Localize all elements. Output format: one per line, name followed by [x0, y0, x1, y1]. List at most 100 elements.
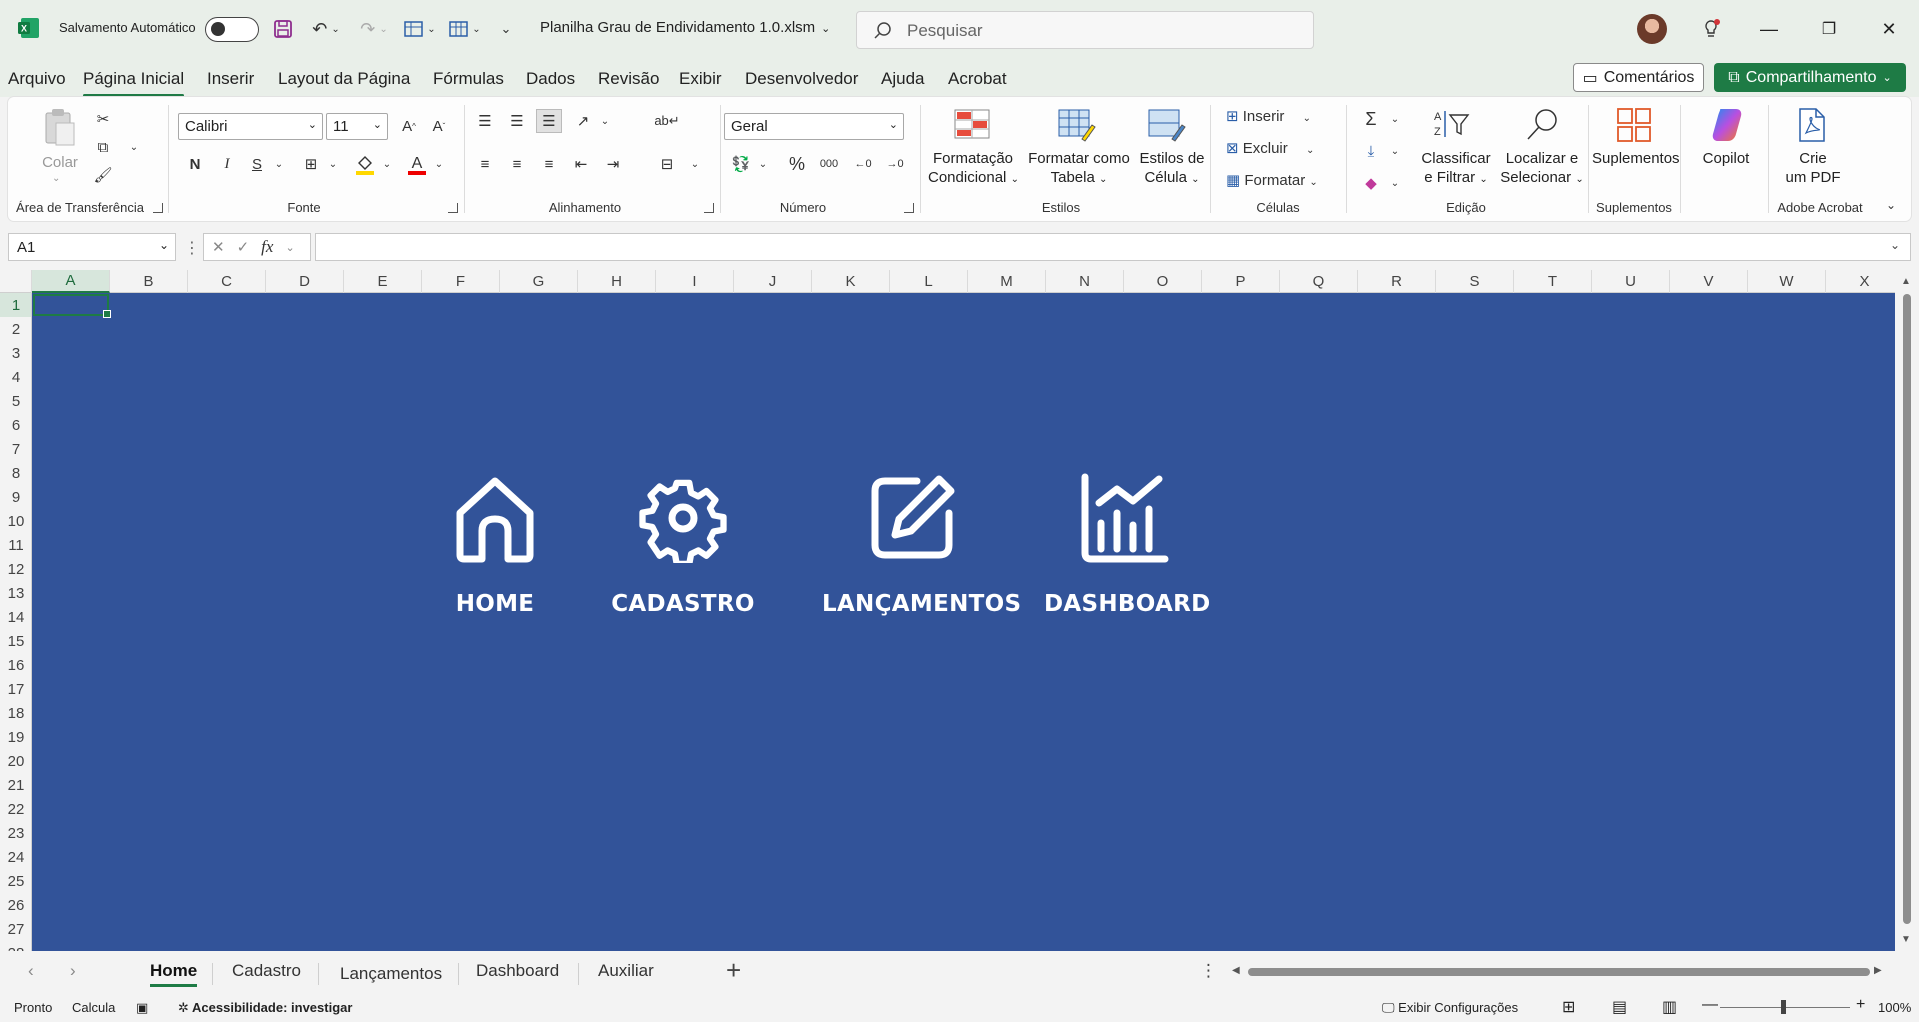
menu-dados[interactable]: Dados	[526, 69, 575, 89]
ribbon-collapse-icon[interactable]: ⌄	[1878, 193, 1904, 217]
number-launcher-icon[interactable]	[904, 203, 914, 213]
row-header[interactable]: 7	[0, 437, 31, 461]
paste-icon[interactable]	[42, 107, 78, 152]
clear-icon[interactable]: ◆	[1358, 171, 1384, 195]
row-header[interactable]: 21	[0, 773, 31, 797]
merge-center-icon[interactable]: ⊟	[654, 152, 680, 176]
column-header[interactable]: H	[578, 270, 656, 293]
row-header[interactable]: 15	[0, 629, 31, 653]
row-header[interactable]: 9	[0, 485, 31, 509]
borders-dropdown-icon[interactable]: ⌄	[320, 152, 346, 176]
row-header[interactable]: 8	[0, 461, 31, 485]
lightbulb-icon[interactable]	[1696, 14, 1726, 44]
format-as-table-icon[interactable]	[1058, 109, 1096, 148]
copy-dropdown-icon[interactable]: ⌄	[121, 135, 147, 159]
autosum-icon[interactable]: Σ	[1358, 107, 1384, 131]
normal-view-icon[interactable]: ⊞	[1562, 997, 1575, 1017]
underline-dropdown-icon[interactable]: ⌄	[266, 152, 292, 176]
column-header[interactable]: S	[1436, 270, 1514, 293]
format-painter-icon[interactable]: 🖌	[90, 163, 116, 187]
row-header[interactable]: 12	[0, 557, 31, 581]
column-header[interactable]: V	[1670, 270, 1748, 293]
orientation-dropdown-icon[interactable]: ⌄	[592, 109, 618, 133]
row-header[interactable]: 14	[0, 605, 31, 629]
cut-icon[interactable]: ✂	[90, 107, 116, 131]
row-header[interactable]: 19	[0, 725, 31, 749]
vertical-scroll-thumb[interactable]	[1903, 294, 1911, 924]
row-header[interactable]: 17	[0, 677, 31, 701]
row-header[interactable]: 13	[0, 581, 31, 605]
sheet-tab-home[interactable]: Home	[150, 961, 198, 987]
page-layout-view-icon[interactable]: ▤	[1612, 997, 1627, 1017]
search-box[interactable]: Pesquisar	[856, 11, 1314, 49]
row-header[interactable]: 23	[0, 821, 31, 845]
column-header[interactable]: O	[1124, 270, 1202, 293]
percent-icon[interactable]: %	[784, 152, 810, 176]
paste-dropdown-icon[interactable]: ⌄	[52, 169, 60, 188]
sheet-tab-dashboard[interactable]: Dashboard	[476, 961, 559, 981]
zoom-level[interactable]: 100%	[1878, 1000, 1911, 1015]
nav-dashboard-button[interactable]: DASHBOARD	[1044, 473, 1210, 617]
row-header[interactable]: 28	[0, 941, 31, 952]
format-as-table-label[interactable]: Formatar como Tabela ⌄	[1026, 149, 1132, 189]
row-header[interactable]: 5	[0, 389, 31, 413]
scroll-down-icon[interactable]: ▼	[1901, 934, 1911, 945]
column-header[interactable]: T	[1514, 270, 1592, 293]
scroll-left-icon[interactable]: ◀	[1232, 965, 1240, 976]
menu-formulas[interactable]: Fórmulas	[433, 69, 504, 89]
font-launcher-icon[interactable]	[448, 203, 458, 213]
close-icon[interactable]: ✕	[1874, 14, 1904, 44]
tab-options-icon[interactable]: ⋮	[1200, 961, 1217, 981]
column-header[interactable]: K	[812, 270, 890, 293]
column-header[interactable]: I	[656, 270, 734, 293]
column-header[interactable]: E	[344, 270, 422, 293]
column-header[interactable]: W	[1748, 270, 1826, 293]
scroll-up-icon[interactable]: ▲	[1901, 276, 1911, 287]
page-break-view-icon[interactable]: ▥	[1662, 997, 1677, 1017]
align-left-icon[interactable]: ≡	[472, 152, 498, 176]
column-header[interactable]: N	[1046, 270, 1124, 293]
find-select-label[interactable]: Localizar e Selecionar ⌄	[1494, 149, 1590, 189]
copy-icon[interactable]: ⧉	[90, 135, 116, 159]
column-header[interactable]: D	[266, 270, 344, 293]
align-center-icon[interactable]: ≡	[504, 152, 530, 176]
function-dropdown-icon[interactable]: ⌄	[285, 241, 294, 254]
conditional-format-icon[interactable]	[954, 109, 990, 144]
increase-decimal-icon[interactable]: ←0	[850, 152, 876, 176]
row-header[interactable]: 22	[0, 797, 31, 821]
row-header[interactable]: 3	[0, 341, 31, 365]
cell-styles-icon[interactable]	[1148, 109, 1186, 148]
font-size-combo[interactable]: 11 ⌄	[326, 113, 388, 140]
shrink-font-icon[interactable]: Aˇ	[426, 114, 452, 138]
sort-filter-icon[interactable]: AZ	[1432, 107, 1472, 146]
align-right-icon[interactable]: ≡	[536, 152, 562, 176]
sheet-tab-lancamentos[interactable]: Lançamentos	[340, 964, 442, 984]
decrease-decimal-icon[interactable]: →0	[882, 152, 908, 176]
row-header[interactable]: 24	[0, 845, 31, 869]
align-bottom-icon[interactable]: ☰	[536, 109, 562, 133]
display-settings-button[interactable]: 🖵 Exibir Configurações	[1382, 1000, 1518, 1016]
column-header[interactable]: M	[968, 270, 1046, 293]
menu-layout[interactable]: Layout da Página	[278, 69, 410, 89]
avatar[interactable]	[1637, 14, 1667, 44]
sort-filter-label[interactable]: Classificar e Filtrar ⌄	[1418, 149, 1494, 189]
find-select-icon[interactable]	[1522, 107, 1562, 146]
row-header[interactable]: 6	[0, 413, 31, 437]
fill-color-dropdown-icon[interactable]: ⌄	[374, 152, 400, 176]
vertical-scrollbar[interactable]: ▲ ▼	[1895, 270, 1919, 951]
minimize-icon[interactable]: —	[1754, 14, 1784, 44]
zoom-out-icon[interactable]: —	[1702, 996, 1718, 1014]
insert-function-icon[interactable]: fx	[261, 237, 273, 257]
undo-icon[interactable]: ↶ ⌄	[306, 16, 346, 42]
selected-cell[interactable]	[33, 294, 111, 318]
insert-cells-button[interactable]: ⊞ Inserir ⌄	[1226, 107, 1311, 125]
row-header[interactable]: 2	[0, 317, 31, 341]
copilot-icon[interactable]	[1708, 107, 1746, 148]
alignment-launcher-icon[interactable]	[704, 203, 714, 213]
conditional-format-label[interactable]: Formatação Condicional ⌄	[928, 149, 1019, 189]
horizontal-scroll-thumb[interactable]	[1248, 968, 1870, 976]
name-box[interactable]: A1 ⌄	[8, 233, 176, 261]
fill-dropdown-icon[interactable]: ⌄	[1382, 139, 1408, 163]
table-style-icon[interactable]: ⌄	[445, 16, 485, 42]
row-header[interactable]: 25	[0, 869, 31, 893]
